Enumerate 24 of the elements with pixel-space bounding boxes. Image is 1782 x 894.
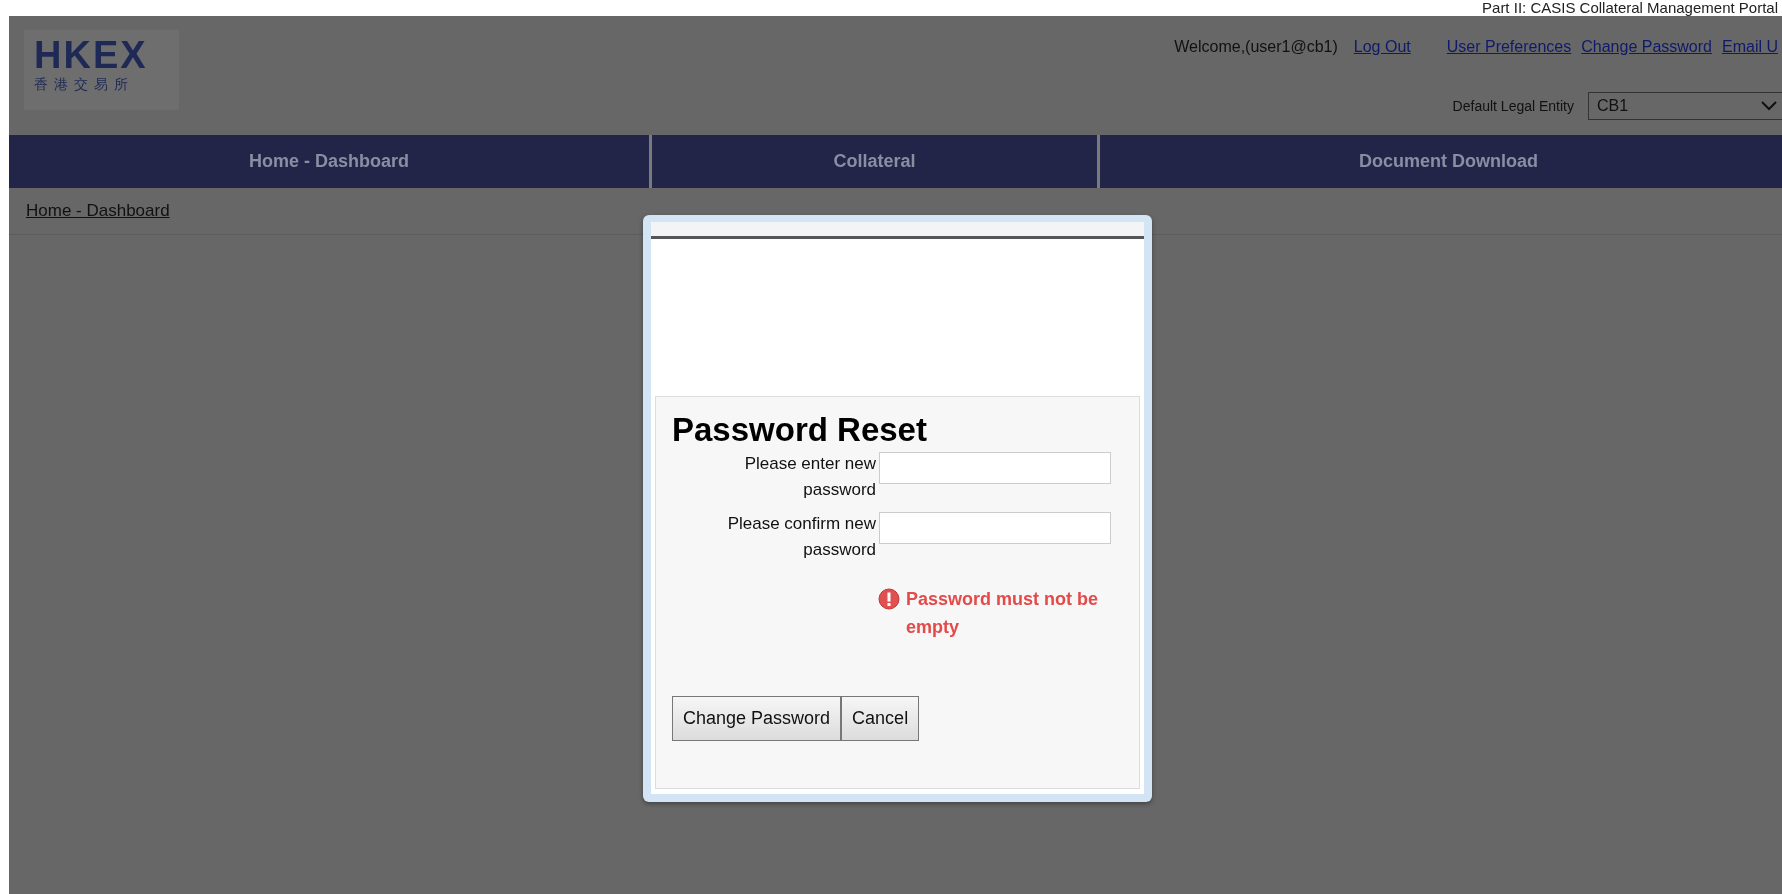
nav-tab[interactable]: Document Download bbox=[1100, 135, 1782, 188]
nav-tab[interactable]: Collateral bbox=[652, 135, 1100, 188]
welcome-text: Welcome,(user1@cb1) bbox=[1174, 38, 1338, 56]
field-label: Please confirm new password bbox=[726, 513, 876, 561]
error-icon bbox=[878, 588, 900, 610]
header-link[interactable]: Change Password bbox=[1581, 38, 1712, 56]
logo-wordmark: HKEX bbox=[34, 36, 148, 74]
password-field[interactable] bbox=[879, 512, 1111, 544]
nav-tab[interactable]: Home - Dashboard bbox=[9, 135, 652, 188]
field-label: Please enter new password bbox=[743, 453, 876, 501]
dialog-button[interactable]: Change Password bbox=[672, 696, 842, 741]
error-message: Password must not be empty bbox=[906, 588, 1100, 639]
header-link[interactable]: User Preferences bbox=[1446, 38, 1572, 56]
legal-entity-label: Default Legal Entity bbox=[1452, 98, 1574, 114]
legal-entity-select[interactable]: CB1 bbox=[1588, 92, 1782, 120]
dialog-button[interactable]: Cancel bbox=[841, 696, 920, 741]
chevron-down-icon bbox=[1761, 101, 1777, 111]
header-link[interactable]: Email U bbox=[1722, 38, 1778, 56]
dialog-title: Password Reset bbox=[672, 411, 928, 449]
password-field[interactable] bbox=[879, 452, 1111, 484]
breadcrumb-link[interactable]: Home - Dashboard bbox=[26, 201, 170, 221]
logo-subtitle: 香港交易所 bbox=[34, 76, 134, 94]
header-link[interactable]: Log Out bbox=[1353, 38, 1411, 56]
document-header: Part II: CASIS Collateral Management Portal bbox=[1482, 0, 1778, 16]
